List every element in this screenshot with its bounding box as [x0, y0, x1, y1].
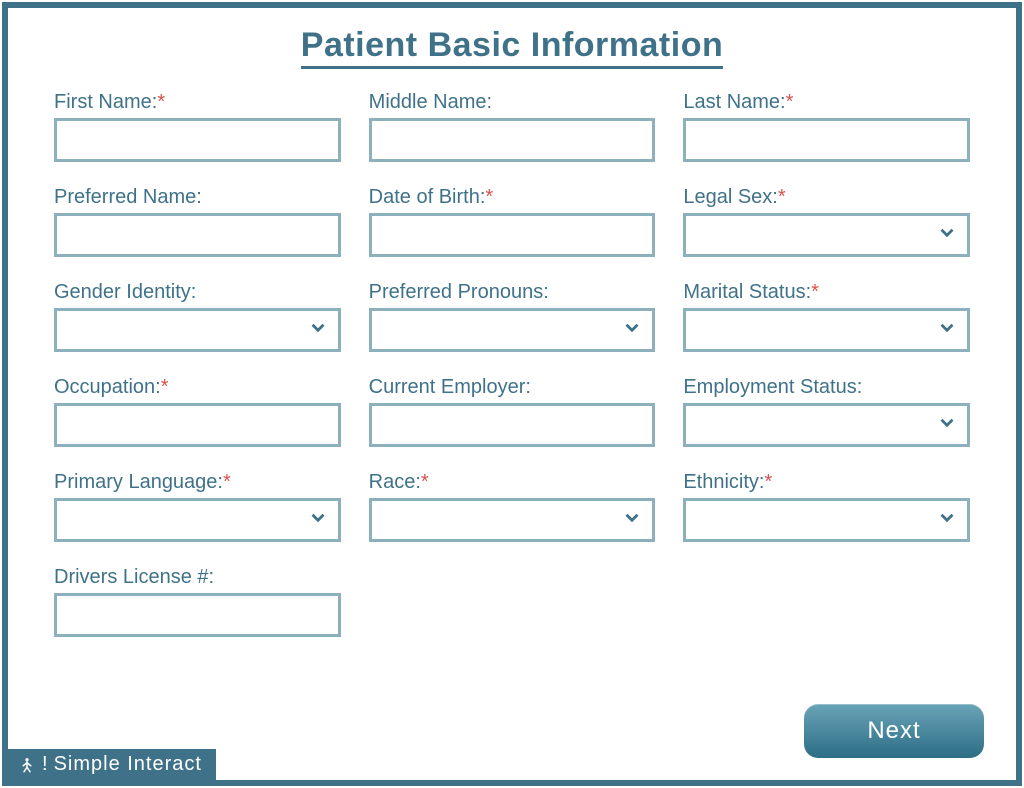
required-marker: *	[157, 91, 165, 113]
required-marker: *	[485, 186, 493, 208]
field-drivers-license: Drivers License #:	[54, 566, 341, 637]
select-gender-identity[interactable]	[54, 308, 341, 352]
label-employment-status: Employment Status:	[683, 376, 970, 399]
select-race[interactable]	[369, 498, 656, 542]
select-legal-sex[interactable]	[683, 213, 970, 257]
form-frame: Patient Basic Information First Name:* M…	[2, 2, 1022, 786]
input-current-employer[interactable]	[369, 403, 656, 447]
page-title: Patient Basic Information	[8, 26, 1016, 65]
label-primary-language: Primary Language:*	[54, 471, 341, 494]
required-marker: *	[778, 186, 786, 208]
field-preferred-pronouns: Preferred Pronouns:	[369, 281, 656, 352]
field-last-name: Last Name:*	[683, 91, 970, 162]
input-occupation[interactable]	[54, 403, 341, 447]
select-employment-status[interactable]	[683, 403, 970, 447]
label-legal-sex: Legal Sex:*	[683, 186, 970, 209]
brand-logo-icon	[18, 756, 36, 774]
field-preferred-name: Preferred Name:	[54, 186, 341, 257]
field-employment-status: Employment Status:	[683, 376, 970, 447]
input-preferred-name[interactable]	[54, 213, 341, 257]
field-legal-sex: Legal Sex:*	[683, 186, 970, 257]
label-preferred-name: Preferred Name:	[54, 186, 341, 209]
brand-text: Simple Interact	[54, 753, 202, 776]
next-button[interactable]: Next	[804, 704, 984, 758]
label-gender-identity: Gender Identity:	[54, 281, 341, 304]
select-primary-language[interactable]	[54, 498, 341, 542]
select-preferred-pronouns[interactable]	[369, 308, 656, 352]
input-first-name[interactable]	[54, 118, 341, 162]
label-ethnicity: Ethnicity:*	[683, 471, 970, 494]
brand-tag: ! Simple Interact	[8, 749, 216, 780]
field-current-employer: Current Employer:	[369, 376, 656, 447]
input-last-name[interactable]	[683, 118, 970, 162]
label-occupation: Occupation:*	[54, 376, 341, 399]
field-occupation: Occupation:*	[54, 376, 341, 447]
required-marker: *	[161, 376, 169, 398]
label-drivers-license: Drivers License #:	[54, 566, 341, 589]
label-current-employer: Current Employer:	[369, 376, 656, 399]
select-marital-status[interactable]	[683, 308, 970, 352]
select-ethnicity[interactable]	[683, 498, 970, 542]
field-date-of-birth: Date of Birth:*	[369, 186, 656, 257]
label-race: Race:*	[369, 471, 656, 494]
input-date-of-birth[interactable]	[369, 213, 656, 257]
label-marital-status: Marital Status:*	[683, 281, 970, 304]
input-middle-name[interactable]	[369, 118, 656, 162]
field-marital-status: Marital Status:*	[683, 281, 970, 352]
input-drivers-license[interactable]	[54, 593, 341, 637]
required-marker: *	[786, 91, 794, 113]
label-preferred-pronouns: Preferred Pronouns:	[369, 281, 656, 304]
required-marker: *	[223, 471, 231, 493]
field-ethnicity: Ethnicity:*	[683, 471, 970, 542]
label-date-of-birth: Date of Birth:*	[369, 186, 656, 209]
form-grid: First Name:* Middle Name: Last Name:* Pr…	[8, 65, 1016, 637]
field-gender-identity: Gender Identity:	[54, 281, 341, 352]
required-marker: *	[811, 281, 819, 303]
field-middle-name: Middle Name:	[369, 91, 656, 162]
brand-exclaim-icon: !	[42, 753, 48, 776]
field-first-name: First Name:*	[54, 91, 341, 162]
label-first-name: First Name:*	[54, 91, 341, 114]
required-marker: *	[764, 471, 772, 493]
field-race: Race:*	[369, 471, 656, 542]
required-marker: *	[421, 471, 429, 493]
label-last-name: Last Name:*	[683, 91, 970, 114]
label-middle-name: Middle Name:	[369, 91, 656, 114]
field-primary-language: Primary Language:*	[54, 471, 341, 542]
